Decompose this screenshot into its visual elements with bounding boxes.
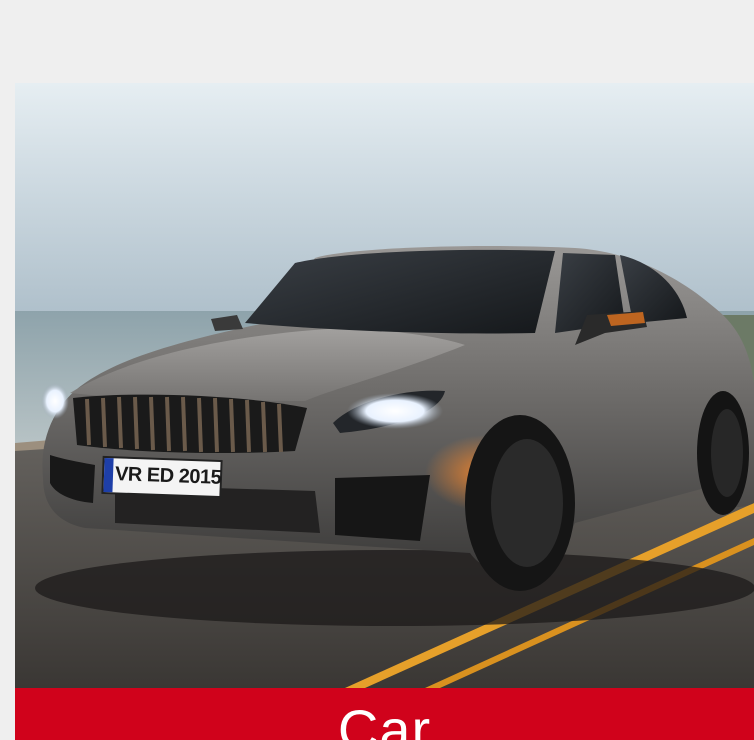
page: VR ED 2015 Car bbox=[0, 0, 754, 740]
car-photo[interactable]: VR ED 2015 bbox=[15, 83, 754, 688]
license-plate-text: VR ED 2015 bbox=[114, 463, 222, 489]
front-wheel-rim bbox=[491, 439, 563, 567]
caption-bar: Car bbox=[15, 688, 754, 740]
car-image bbox=[15, 83, 754, 688]
category-card-car[interactable]: VR ED 2015 Car bbox=[15, 83, 754, 740]
plate-eu-band bbox=[103, 457, 114, 493]
intake-right bbox=[335, 475, 430, 541]
headlight-right bbox=[347, 393, 443, 429]
card-caption: Car bbox=[337, 698, 432, 740]
front-grille bbox=[73, 394, 307, 453]
car-shadow bbox=[35, 550, 754, 626]
headlight-left bbox=[41, 383, 69, 419]
rear-wheel-rim bbox=[711, 409, 743, 497]
